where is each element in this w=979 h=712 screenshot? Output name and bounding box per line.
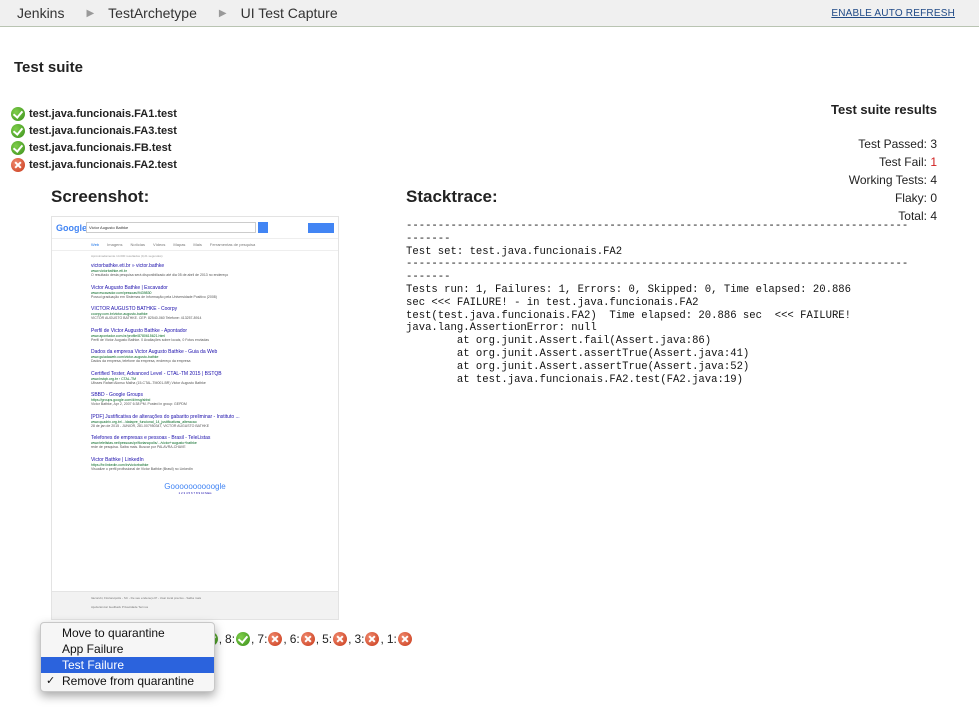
google-result: victorbathke.eti.br » victor.bathke www.v… bbox=[91, 263, 229, 277]
pass-icon bbox=[11, 123, 25, 138]
screenshot-image[interactable]: Google Victor Augusto Bathke Web Imagens… bbox=[51, 216, 339, 620]
google-header: Google Victor Augusto Bathke bbox=[52, 217, 338, 239]
breadcrumb-jenkins[interactable]: Jenkins bbox=[0, 5, 64, 21]
enable-auto-refresh-link[interactable]: ENABLE AUTO REFRESH bbox=[831, 8, 955, 19]
pass-icon bbox=[11, 140, 25, 155]
test-list: test.java.funcionais.FA1.test test.java.… bbox=[11, 105, 177, 173]
menu-item-label: App Failure bbox=[62, 642, 124, 656]
breadcrumb-testarchetype[interactable]: TestArchetype bbox=[108, 5, 197, 21]
fail-row: Test Fail: 1 bbox=[878, 155, 937, 169]
test-item[interactable]: test.java.funcionais.FB.test bbox=[11, 139, 177, 156]
fail-icon bbox=[300, 632, 315, 646]
google-logo: Google bbox=[56, 222, 87, 233]
pass-icon bbox=[11, 106, 25, 121]
test-item[interactable]: test.java.funcionais.FA3.test bbox=[11, 122, 177, 139]
total-count: 4 bbox=[930, 209, 937, 223]
test-suite-results: Test suite results Test Passed: 3 Test F… bbox=[831, 102, 937, 227]
google-tabs: Web Imagens Notícias Vídeos Mapas Mais F… bbox=[52, 239, 338, 251]
google-result: Certified Tester, Advanced Level - CTAL-… bbox=[91, 370, 222, 385]
google-pager: Goooooooooogle bbox=[164, 482, 226, 491]
google-footer: Itacorubi, Florianópolis - SC - De seu e… bbox=[52, 591, 338, 619]
menu-item-remove-from-quarantine[interactable]: ✓ Remove from quarantine bbox=[41, 673, 214, 689]
google-result: Dados da empresa Victor Augusto Bathke -… bbox=[91, 349, 218, 363]
passed-count: 3 bbox=[930, 137, 937, 151]
google-result: VICTOR AUGUSTO BATHKE - Coorpy coorpy.com… bbox=[91, 306, 202, 320]
menu-item-label: Test Failure bbox=[62, 658, 125, 672]
stacktrace-text: ----------------------------------------… bbox=[406, 220, 909, 386]
fail-icon bbox=[268, 632, 283, 646]
context-menu: Move to quarantine App Failure Test Failur… bbox=[40, 622, 215, 692]
google-result: Victor Augusto Bathke | Escavador www.esc… bbox=[91, 284, 217, 299]
history-entry[interactable]: 3:, bbox=[354, 632, 384, 646]
google-search-icon bbox=[258, 222, 268, 233]
test-name[interactable]: test.java.funcionais.FA1.test bbox=[29, 108, 177, 120]
history-build-number: 7: bbox=[257, 632, 268, 646]
menu-item-test-failure[interactable]: Test Failure bbox=[41, 657, 214, 673]
fail-icon bbox=[365, 632, 380, 646]
screenshot-heading: Screenshot: bbox=[51, 187, 150, 206]
fail-icon bbox=[11, 157, 25, 172]
working-count: 4 bbox=[930, 173, 937, 187]
menu-item-label: Remove from quarantine bbox=[62, 674, 195, 688]
google-results: victorbathke.eti.br » victor.bathke www.v… bbox=[52, 261, 338, 476]
test-item[interactable]: test.java.funcionais.FA1.test bbox=[11, 105, 177, 122]
fail-count: 1 bbox=[930, 155, 937, 169]
google-result: SBBD - Google Groups https://groups.googl… bbox=[91, 392, 187, 406]
history-entry[interactable]: 5:, bbox=[322, 632, 351, 646]
menu-item-label: Move to quarantine bbox=[62, 626, 165, 640]
fail-icon bbox=[333, 632, 348, 646]
google-pager-numbers: 1 2 3 4 5 6 7 8 9 10 Mais bbox=[178, 491, 212, 495]
google-result: [PDF] Justificativa de alterações do gab… bbox=[91, 413, 240, 428]
working-row: Working Tests: 4 bbox=[848, 173, 937, 187]
passed-row: Test Passed: 3 bbox=[858, 137, 937, 151]
build-history: 10:,8:,7:,6:,5:,3:,1: bbox=[186, 632, 415, 646]
page-title: Test suite bbox=[14, 59, 83, 76]
breadcrumb-ui-test-capture[interactable]: UI Test Capture bbox=[241, 5, 338, 21]
google-result: Telefones de empresas e pessoas - Brasil… bbox=[91, 435, 211, 449]
history-build-number: 3: bbox=[354, 632, 365, 646]
google-search-box: Victor Augusto Bathke bbox=[86, 222, 256, 233]
menu-item-app-failure[interactable]: App Failure bbox=[41, 641, 214, 657]
history-build-number: 8: bbox=[225, 632, 236, 646]
history-build-number: 1: bbox=[386, 632, 397, 646]
flaky-count: 0 bbox=[930, 191, 937, 205]
pass-icon bbox=[236, 632, 251, 646]
test-name[interactable]: test.java.funcionais.FA2.test bbox=[29, 159, 177, 171]
flaky-row: Flaky: 0 bbox=[894, 191, 937, 205]
history-entry[interactable]: 8:, bbox=[225, 632, 254, 646]
history-entry[interactable]: 1: bbox=[387, 632, 412, 646]
history-build-number: 6: bbox=[289, 632, 300, 646]
history-entry[interactable]: 6:, bbox=[290, 632, 319, 646]
google-result-count: Aproximadamente 14.000 resultados (0,21 … bbox=[91, 254, 163, 258]
history-entry[interactable]: 7:, bbox=[257, 632, 287, 646]
breadcrumb-separator-icon: ▶ bbox=[86, 7, 95, 19]
stacktrace-heading: Stacktrace: bbox=[406, 187, 498, 206]
google-result: Perfil de Victor Augusto Bathke - Aponta… bbox=[91, 327, 209, 342]
google-login-button bbox=[308, 222, 334, 233]
test-name[interactable]: test.java.funcionais.FB.test bbox=[29, 142, 171, 154]
test-item[interactable]: test.java.funcionais.FA2.test bbox=[11, 156, 177, 173]
test-name[interactable]: test.java.funcionais.FA3.test bbox=[29, 125, 177, 137]
results-title: Test suite results bbox=[831, 102, 937, 117]
menu-item-move-to-quarantine[interactable]: Move to quarantine bbox=[41, 625, 214, 641]
checkmark-icon: ✓ bbox=[46, 675, 56, 687]
fail-icon bbox=[397, 632, 412, 646]
google-result: Victor Bathke | LinkedIn https://br.linke… bbox=[91, 456, 193, 471]
breadcrumb-bar: Jenkins ▶ TestArchetype ▶ UI Test Captur… bbox=[0, 0, 979, 27]
breadcrumb-separator-icon: ▶ bbox=[218, 7, 227, 19]
history-build-number: 5: bbox=[322, 632, 333, 646]
